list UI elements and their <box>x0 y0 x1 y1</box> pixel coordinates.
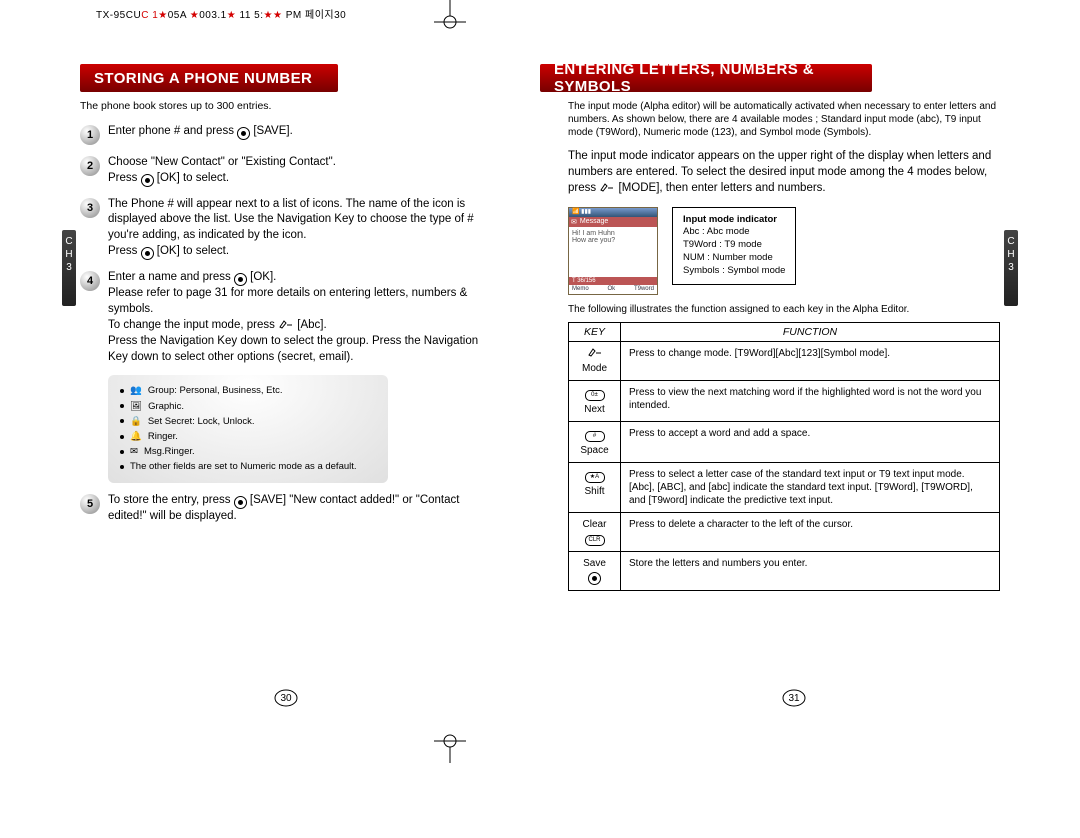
intro-text: The input mode (Alpha editor) will be au… <box>568 100 1000 139</box>
intro-text: The phone book stores up to 300 entries. <box>80 100 492 114</box>
chapter-tab-right: CH3 <box>1004 230 1018 306</box>
ringer-icon: 🔔 <box>130 429 142 444</box>
step-badge: 1 <box>80 125 100 145</box>
page-number: 31 <box>780 688 808 708</box>
msg-ringer-icon: ✉ <box>130 444 138 459</box>
table-func: Store the letters and numbers you enter. <box>621 551 1000 590</box>
ok-key-icon <box>237 127 250 140</box>
table-func: Press to select a letter case of the sta… <box>621 462 1000 512</box>
step-text: The Phone # will appear next to a list o… <box>108 197 492 261</box>
step-badge: 4 <box>80 271 100 291</box>
table-intro: The following illustrates the function a… <box>568 303 1000 316</box>
mode-paragraph: The input mode indicator appears on the … <box>568 149 1000 197</box>
graphic-icon: 🖼 <box>130 399 142 414</box>
section-banner-left: Storing a Phone Number <box>80 64 338 92</box>
table-header-function: FUNCTION <box>621 322 1000 341</box>
step-2: 2 Choose "New Contact" or "Existing Cont… <box>80 155 492 187</box>
mode-key-icon <box>278 319 294 329</box>
chapter-tab-left: CH3 <box>62 230 76 306</box>
page-number: 30 <box>272 688 300 708</box>
table-func: Press to delete a character to the left … <box>621 512 1000 551</box>
key-function-table: KEYFUNCTION Mode Press to change mode. [… <box>568 322 1000 591</box>
step-3: 3 The Phone # will appear next to a list… <box>80 197 492 261</box>
banner-title: Entering Letters, Numbers & Symbols <box>540 61 872 95</box>
table-key-save: Save <box>569 551 621 590</box>
print-slug: TX-95CUC 1★05A ★003.1★ 11 5:★★ PM 페이지30 <box>96 6 346 21</box>
clr-key-icon: CLR <box>585 535 605 546</box>
step-4: 4 Enter a name and press [OK]. Please re… <box>80 270 492 365</box>
step-badge: 2 <box>80 156 100 176</box>
step-5: 5 To store the entry, press [SAVE] "New … <box>80 493 492 525</box>
step-badge: 3 <box>80 198 100 218</box>
page-oval-icon <box>272 688 572 838</box>
ok-key-icon <box>234 273 247 286</box>
table-func: Press to view the next matching word if … <box>621 380 1000 421</box>
step-1: 1 Enter phone # and press [SAVE]. <box>80 124 492 145</box>
phone-screen-mock: 📶 ▮▮▮ ✉ Message Hi! I am HuhnHow are you… <box>568 207 658 295</box>
step-text: To store the entry, press [SAVE] "New co… <box>108 493 492 525</box>
input-mode-legend: Input mode indicator Abc : Abc mode T9Wo… <box>672 207 796 285</box>
table-key-mode: Mode <box>569 341 621 380</box>
page-spread: CH3 Storing a Phone Number The phone boo… <box>32 30 1048 730</box>
table-key-space: #Space <box>569 421 621 462</box>
mode-key-icon <box>587 347 603 357</box>
group-icon: 👥 <box>130 383 142 398</box>
ok-key-icon <box>141 247 154 260</box>
step-badge: 5 <box>80 494 100 514</box>
lock-icon: 🔒 <box>130 414 142 429</box>
table-func: Press to change mode. [T9Word][Abc][123]… <box>621 341 1000 380</box>
manual-spread: { "slug": { "a":"TX-95CU", "b":"C 1", "c… <box>0 0 1080 763</box>
page-oval-icon <box>780 688 1080 838</box>
hash-key-icon: # <box>585 431 605 442</box>
page-31: CH3 Entering Letters, Numbers & Symbols … <box>540 30 1048 730</box>
banner-title: Storing a Phone Number <box>80 70 326 87</box>
step-text: Enter phone # and press [SAVE]. <box>108 124 293 145</box>
options-box: 👥Group: Personal, Business, Etc. 🖼Graphi… <box>108 375 388 482</box>
crop-mark-top <box>430 0 470 30</box>
table-key-clear: Clear CLR <box>569 512 621 551</box>
section-banner-right: Entering Letters, Numbers & Symbols <box>540 64 872 92</box>
star-key-icon: ★A <box>585 472 605 483</box>
ok-key-icon <box>234 496 247 509</box>
table-header-key: KEY <box>569 322 621 341</box>
page-30: CH3 Storing a Phone Number The phone boo… <box>32 30 540 730</box>
table-func: Press to accept a word and add a space. <box>621 421 1000 462</box>
step-text: Enter a name and press [OK]. Please refe… <box>108 270 492 365</box>
zero-key-icon: 0± <box>585 390 605 401</box>
ok-key-icon <box>141 174 154 187</box>
mode-indicator-row: 📶 ▮▮▮ ✉ Message Hi! I am HuhnHow are you… <box>568 207 1000 295</box>
table-key-shift: ★AShift <box>569 462 621 512</box>
table-key-next: 0±Next <box>569 380 621 421</box>
ok-key-icon <box>588 572 601 585</box>
step-text: Choose "New Contact" or "Existing Contac… <box>108 155 336 187</box>
mode-key-icon <box>599 182 615 192</box>
